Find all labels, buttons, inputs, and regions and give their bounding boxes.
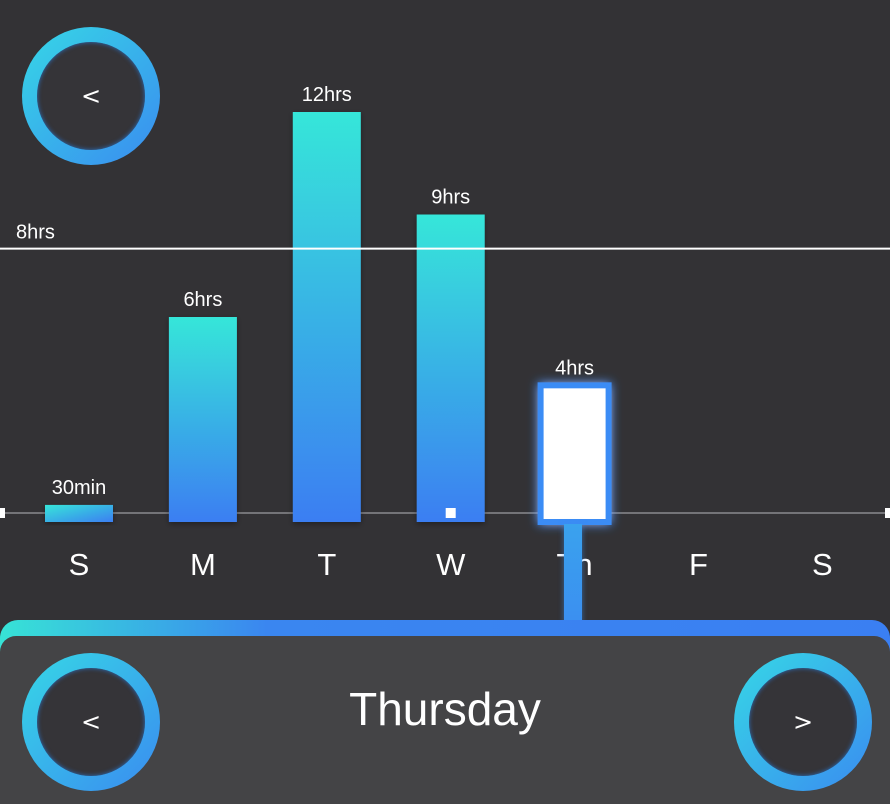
bar-value-label: 12hrs bbox=[302, 84, 352, 106]
bar-value-label: 9hrs bbox=[431, 187, 470, 209]
previous-day-button[interactable]: < bbox=[22, 653, 160, 791]
bar-value-label: 30min bbox=[52, 477, 106, 499]
bar-value-label: 6hrs bbox=[183, 289, 222, 311]
day-label: T bbox=[317, 547, 336, 582]
previous-day-button-inner: < bbox=[37, 668, 145, 776]
axis-handle-center bbox=[445, 508, 456, 518]
sleep-chart-screen: < 30min S 6hrs M 12hrs T 9hrs W 4hrs F S… bbox=[0, 0, 890, 804]
axis-handle-left bbox=[0, 508, 5, 518]
day-label: F bbox=[689, 547, 708, 582]
selection-connector bbox=[564, 524, 582, 624]
bar-selected bbox=[537, 382, 612, 526]
day-label: W bbox=[436, 547, 466, 582]
chevron-right-icon: > bbox=[792, 708, 814, 736]
chevron-left-icon: < bbox=[80, 708, 102, 736]
day-label: S bbox=[69, 547, 90, 582]
hours-bar-chart: 30minS6hrsM12hrsT9hrsW4hrsThFS8hrs bbox=[0, 84, 890, 582]
axis-handle-right bbox=[885, 508, 890, 518]
target-label: 8hrs bbox=[16, 222, 55, 244]
bar bbox=[168, 317, 237, 522]
day-label: S bbox=[812, 547, 833, 582]
next-day-button-inner: > bbox=[749, 668, 857, 776]
bar-value-label: 4hrs bbox=[555, 357, 594, 379]
next-day-button[interactable]: > bbox=[734, 653, 872, 791]
bar bbox=[292, 112, 361, 522]
selected-day-title: Thursday bbox=[349, 683, 541, 735]
bar bbox=[416, 214, 485, 522]
bar bbox=[45, 504, 113, 522]
day-label: M bbox=[190, 547, 216, 582]
